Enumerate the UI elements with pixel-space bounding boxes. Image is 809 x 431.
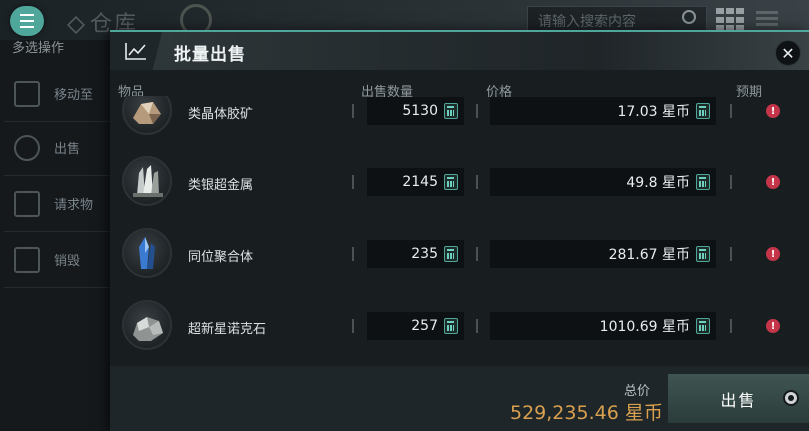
item-name: 类晶体胶矿	[188, 107, 254, 122]
multi-select-sidebar: 移动至 出售 请求物 销毁	[0, 40, 110, 431]
divider	[352, 104, 354, 118]
quantity-field[interactable]: 5130	[367, 97, 464, 125]
price-field[interactable]: 17.03 星币	[490, 97, 716, 125]
search-icon[interactable]	[682, 10, 696, 24]
item-list: 类晶体胶矿 5130 17.03 星币 ! 类银超金属 2145 49.8 星币	[110, 96, 809, 366]
list-item: 超新星诺克石 257 1010.69 星币 !	[110, 289, 809, 361]
batch-sell-dialog: 批量出售 ✕ 物品 出售数量 价格 预期 类晶体胶矿 5130 17.03 星币…	[110, 30, 809, 431]
divider	[352, 175, 354, 189]
total-price-value: 529,235.46 星币	[510, 402, 663, 424]
divider	[476, 104, 478, 118]
sidebar-title: 多选操作	[12, 41, 65, 56]
divider	[476, 175, 478, 189]
quantity-field[interactable]: 257	[367, 312, 464, 340]
quantity-value: 5130	[402, 103, 438, 119]
close-button[interactable]: ✕	[775, 40, 801, 66]
quantity-value: 257	[411, 318, 438, 334]
destroy-box-icon	[14, 246, 40, 273]
sell-icon	[14, 134, 40, 161]
blue-crystal-icon	[122, 228, 172, 278]
main-menu-button[interactable]	[10, 6, 44, 36]
sidebar-item-sell[interactable]: 出售	[4, 120, 110, 176]
warning-icon[interactable]: !	[766, 247, 780, 261]
dialog-footer: 总价 529,235.46 星币 出售	[110, 366, 809, 431]
calculator-icon[interactable]	[696, 103, 710, 119]
grid-view-icon[interactable]	[716, 8, 746, 32]
price-field[interactable]: 1010.69 星币	[490, 312, 716, 340]
total-price-label: 总价	[624, 384, 651, 399]
silver-metal-icon	[122, 156, 172, 206]
quantity-value: 2145	[402, 174, 438, 190]
hamburger-icon	[20, 12, 34, 30]
price-field[interactable]: 281.67 星币	[490, 240, 716, 268]
warehouse-cube-icon	[66, 15, 86, 35]
sidebar-item-move[interactable]: 移动至	[4, 66, 110, 122]
item-name: 类银超金属	[188, 178, 254, 193]
list-view-icon[interactable]	[756, 8, 778, 32]
divider	[352, 247, 354, 261]
game-screen: 仓库 请输入搜索内容 移动至 出售 请求物 销毁 多选操作 批量出售 ✕ 物品 …	[0, 0, 809, 431]
price-value: 281.67 星币	[608, 247, 690, 263]
divider	[476, 319, 478, 333]
sidebar-item-request[interactable]: 请求物	[4, 176, 110, 232]
divider	[730, 104, 732, 118]
calculator-icon[interactable]	[696, 246, 710, 262]
chart-line-icon	[110, 32, 162, 70]
sidebar-item-label: 销毁	[54, 254, 81, 269]
quantity-field[interactable]: 2145	[367, 168, 464, 196]
calculator-icon[interactable]	[444, 318, 458, 334]
crystal-ore-icon	[122, 96, 172, 135]
divider	[730, 175, 732, 189]
list-item: 同位聚合体 235 281.67 星币 !	[110, 217, 809, 289]
nocxium-rock-icon	[122, 300, 172, 350]
warning-icon[interactable]: !	[766, 104, 780, 118]
calculator-icon[interactable]	[444, 174, 458, 190]
sidebar-item-label: 出售	[54, 142, 81, 157]
price-value: 1010.69 星币	[599, 319, 690, 335]
calculator-icon[interactable]	[696, 174, 710, 190]
close-icon: ✕	[781, 43, 795, 63]
list-item: 类晶体胶矿 5130 17.03 星币 !	[110, 96, 809, 146]
divider	[730, 319, 732, 333]
price-field[interactable]: 49.8 星币	[490, 168, 716, 196]
sidebar-item-destroy[interactable]: 销毁	[4, 232, 110, 288]
item-name: 同位聚合体	[188, 250, 254, 265]
divider	[476, 247, 478, 261]
calculator-icon[interactable]	[444, 246, 458, 262]
divider	[352, 319, 354, 333]
list-item: 类银超金属 2145 49.8 星币 !	[110, 145, 809, 217]
item-name: 超新星诺克石	[188, 322, 267, 337]
move-to-icon	[14, 80, 40, 107]
warning-icon[interactable]: !	[766, 175, 780, 189]
dialog-header: 批量出售 ✕	[110, 30, 809, 70]
quantity-field[interactable]: 235	[367, 240, 464, 268]
sell-button[interactable]: 出售	[668, 374, 809, 423]
sidebar-item-label: 移动至	[54, 88, 94, 103]
quantity-value: 235	[411, 246, 438, 262]
calculator-icon[interactable]	[696, 318, 710, 334]
request-chart-icon	[14, 190, 40, 217]
price-value: 49.8 星币	[626, 175, 690, 191]
sell-button-label: 出售	[720, 390, 757, 410]
coin-icon	[783, 390, 799, 406]
divider	[730, 247, 732, 261]
sidebar-item-label: 请求物	[54, 198, 94, 213]
calculator-icon[interactable]	[444, 103, 458, 119]
dialog-title: 批量出售	[174, 45, 246, 65]
warning-icon[interactable]: !	[766, 319, 780, 333]
price-value: 17.03 星币	[617, 104, 690, 120]
